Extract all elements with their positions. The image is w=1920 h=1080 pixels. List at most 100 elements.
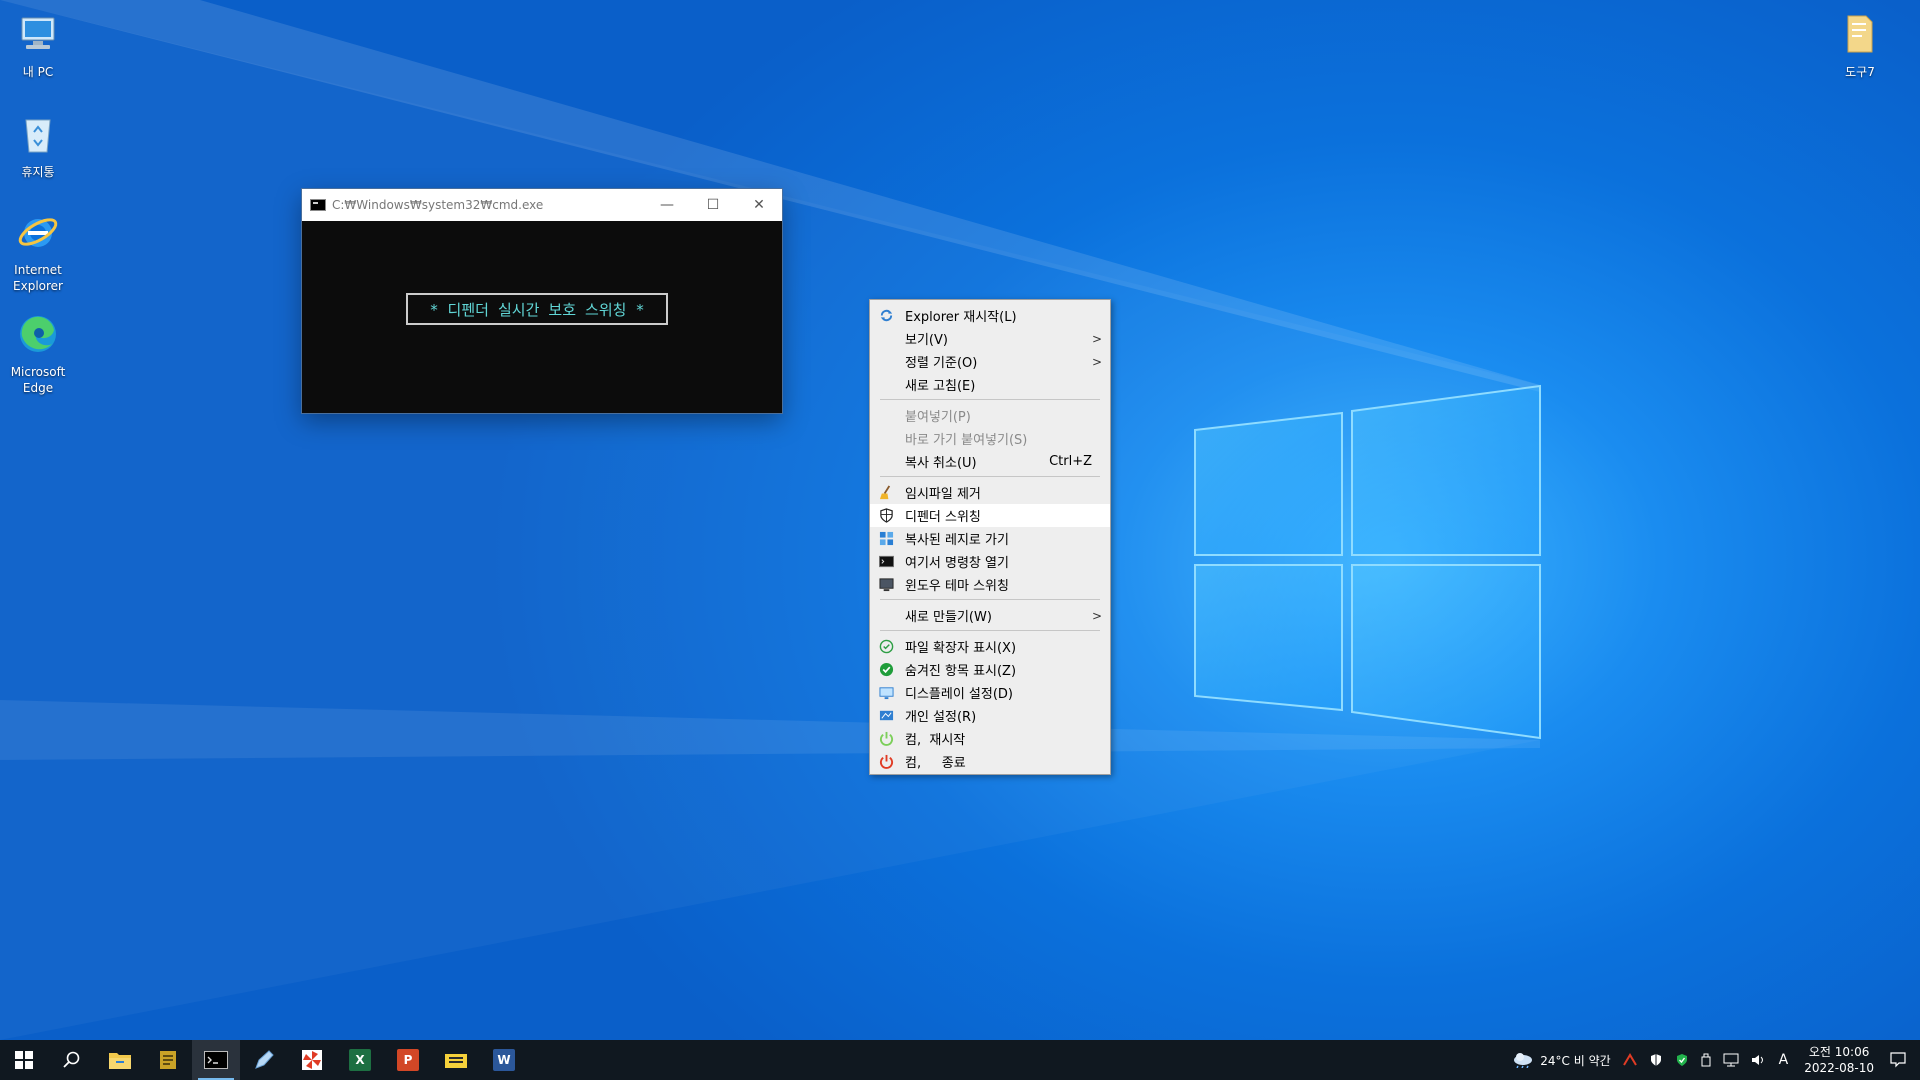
menu-item-label: Explorer 재시작(L) bbox=[905, 310, 1017, 325]
cmd-window[interactable]: C:₩Windows₩system32₩cmd.exe — ☐ ✕ * 디펜더 … bbox=[302, 189, 782, 413]
ime-indicator[interactable]: A bbox=[1779, 1052, 1789, 1068]
menu-item-label: 정렬 기준(O) bbox=[905, 356, 978, 371]
context-menu[interactable]: Explorer 재시작(L) 보기(V) > 정렬 기준(O) > 새로 고침… bbox=[869, 299, 1111, 775]
desktop-icon-label: Microsoft Edge bbox=[10, 365, 66, 395]
menu-item-theme-switch[interactable]: 윈도우 테마 스위칭 bbox=[870, 573, 1110, 596]
menu-item-personalize[interactable]: 개인 설정(R) bbox=[870, 704, 1110, 727]
search-icon bbox=[63, 1051, 80, 1068]
red-arrow-icon bbox=[1622, 1053, 1637, 1066]
taskbar-file-explorer[interactable] bbox=[96, 1040, 144, 1080]
tray-icon-defender[interactable] bbox=[1675, 1053, 1689, 1067]
clock[interactable]: 오전 10:06 2022-08-10 bbox=[1804, 1044, 1874, 1076]
menu-item-label: 붙여넣기(P) bbox=[905, 410, 971, 425]
menu-item-open-cmd-here[interactable]: 여기서 명령창 열기 bbox=[870, 550, 1110, 573]
internet-explorer-icon bbox=[18, 218, 58, 247]
desktop[interactable]: 내 PC 휴지통 Internet Explorer Microsoft Edg… bbox=[0, 0, 1920, 1040]
menu-item-view[interactable]: 보기(V) > bbox=[870, 327, 1110, 350]
notification-button[interactable] bbox=[1890, 1052, 1906, 1068]
word-icon: W bbox=[493, 1049, 515, 1071]
network-icon bbox=[1723, 1053, 1739, 1067]
notepad-icon bbox=[160, 1051, 176, 1069]
menu-separator bbox=[880, 476, 1100, 477]
menu-item-sort-by[interactable]: 정렬 기준(O) > bbox=[870, 350, 1110, 373]
menu-item-label: 새로 만들기(W) bbox=[905, 610, 992, 625]
registry-icon bbox=[879, 531, 894, 546]
menu-item-undo-copy[interactable]: 복사 취소(U) Ctrl+Z bbox=[870, 450, 1110, 473]
menu-separator bbox=[880, 399, 1100, 400]
menu-item-restart-pc[interactable]: 컴, 재시작 bbox=[870, 727, 1110, 750]
system-tray[interactable]: 24°C 비 약간 A 오전 10:06 2022-08-10 bbox=[1506, 1040, 1920, 1080]
taskbar-app-excel[interactable]: X bbox=[336, 1040, 384, 1080]
cmd-title: C:₩Windows₩system32₩cmd.exe bbox=[332, 198, 544, 212]
taskbar[interactable]: X P W 24°C 비 약간 A 오전 10:06 2022-08-10 bbox=[0, 1040, 1920, 1080]
folder-icon bbox=[109, 1053, 131, 1069]
tray-icon-network[interactable] bbox=[1723, 1053, 1739, 1067]
desktop-icon-label: Internet Explorer bbox=[13, 263, 63, 293]
menu-item-shutdown-pc[interactable]: 컴, 종료 bbox=[870, 750, 1110, 773]
menu-item-paste-shortcut[interactable]: 바로 가기 붙여넣기(S) bbox=[870, 427, 1110, 450]
edge-icon bbox=[20, 316, 56, 352]
desktop-icon-internet-explorer[interactable]: Internet Explorer bbox=[0, 208, 76, 294]
desktop-icon-label: 도구7 bbox=[1845, 65, 1875, 79]
clock-date: 2022-08-10 bbox=[1804, 1061, 1874, 1075]
check-filled-icon bbox=[879, 662, 894, 677]
menu-item-label: 여기서 명령창 열기 bbox=[905, 556, 1009, 571]
tray-icon-volume[interactable] bbox=[1751, 1053, 1767, 1067]
usb-icon bbox=[1701, 1053, 1711, 1067]
tray-icon-red[interactable] bbox=[1622, 1053, 1637, 1067]
close-button[interactable]: ✕ bbox=[736, 189, 782, 221]
display-icon bbox=[879, 687, 894, 700]
menu-item-new[interactable]: 새로 만들기(W) > bbox=[870, 604, 1110, 627]
shield-icon bbox=[880, 508, 893, 523]
menu-item-refresh[interactable]: 새로 고침(E) bbox=[870, 373, 1110, 396]
recycle-bin-icon bbox=[25, 119, 51, 153]
broom-icon bbox=[879, 485, 891, 500]
menu-item-label: 보기(V) bbox=[905, 333, 948, 348]
taskbar-app-word[interactable]: W bbox=[480, 1040, 528, 1080]
tray-icon-security[interactable] bbox=[1649, 1053, 1663, 1067]
menu-item-show-hidden[interactable]: 숨겨진 항목 표시(Z) bbox=[870, 658, 1110, 681]
menu-item-label: 컴, 종료 bbox=[905, 756, 966, 771]
folder-icon bbox=[1847, 15, 1873, 53]
green-shield-icon bbox=[1676, 1054, 1687, 1066]
taskbar-app-edit[interactable] bbox=[240, 1040, 288, 1080]
pen-icon bbox=[255, 1050, 274, 1069]
menu-item-restart-explorer[interactable]: Explorer 재시작(L) bbox=[870, 304, 1110, 327]
menu-item-defender-switch[interactable]: 디펜더 스위칭 bbox=[870, 504, 1110, 527]
minimize-button[interactable]: — bbox=[644, 189, 690, 221]
menu-item-display-settings[interactable]: 디스플레이 설정(D) bbox=[870, 681, 1110, 704]
cmd-message: * 디펜더 실시간 보호 스위칭 * bbox=[406, 293, 668, 325]
taskbar-app-cmd[interactable] bbox=[192, 1040, 240, 1080]
chevron-right-icon: > bbox=[1091, 331, 1102, 346]
menu-item-label: 임시파일 제거 bbox=[905, 487, 981, 502]
cmd-icon bbox=[310, 199, 326, 211]
tray-icon-usb[interactable] bbox=[1701, 1053, 1711, 1067]
pinwheel-icon bbox=[302, 1050, 322, 1070]
menu-item-label: 디펜더 스위칭 bbox=[905, 510, 981, 525]
chevron-right-icon: > bbox=[1091, 608, 1102, 623]
personalize-icon bbox=[879, 710, 894, 721]
menu-item-clean-temp[interactable]: 임시파일 제거 bbox=[870, 481, 1110, 504]
menu-item-go-registry[interactable]: 복사된 레지로 가기 bbox=[870, 527, 1110, 550]
cmd-console[interactable]: * 디펜더 실시간 보호 스위칭 * bbox=[302, 221, 782, 413]
menu-item-paste[interactable]: 붙여넣기(P) bbox=[870, 404, 1110, 427]
maximize-button[interactable]: ☐ bbox=[690, 189, 736, 221]
cmd-titlebar[interactable]: C:₩Windows₩system32₩cmd.exe — ☐ ✕ bbox=[302, 189, 782, 221]
menu-separator bbox=[880, 630, 1100, 631]
taskbar-app-notepad[interactable] bbox=[144, 1040, 192, 1080]
desktop-icon-this-pc[interactable]: 내 PC bbox=[0, 10, 76, 80]
search-button[interactable] bbox=[48, 1040, 96, 1080]
menu-item-label: 복사된 레지로 가기 bbox=[905, 533, 1009, 548]
desktop-icon-recycle-bin[interactable]: 휴지통 bbox=[0, 110, 76, 180]
speaker-icon bbox=[1751, 1055, 1763, 1065]
taskbar-app-bandizip[interactable] bbox=[432, 1040, 480, 1080]
powerpoint-icon: P bbox=[397, 1049, 419, 1071]
power-icon bbox=[879, 754, 894, 769]
taskbar-app-pinwheel[interactable] bbox=[288, 1040, 336, 1080]
desktop-icon-tools7[interactable]: 도구7 bbox=[1822, 10, 1898, 80]
taskbar-app-powerpoint[interactable]: P bbox=[384, 1040, 432, 1080]
menu-item-show-extensions[interactable]: 파일 확장자 표시(X) bbox=[870, 635, 1110, 658]
weather-widget[interactable]: 24°C 비 약간 bbox=[1512, 1052, 1611, 1069]
desktop-icon-edge[interactable]: Microsoft Edge bbox=[0, 310, 76, 396]
start-button[interactable] bbox=[0, 1040, 48, 1080]
